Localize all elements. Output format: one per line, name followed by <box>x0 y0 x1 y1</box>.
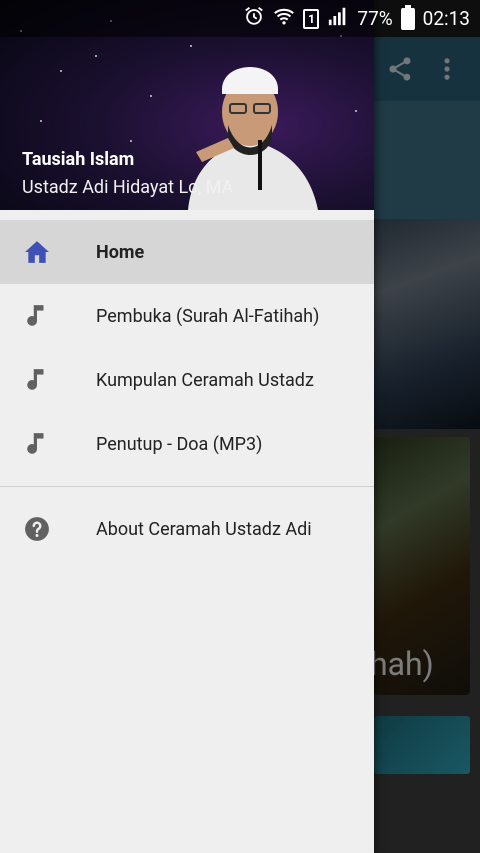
status-bar: 1 77% 02:13 <box>0 0 480 37</box>
status-time: 02:13 <box>422 7 470 30</box>
drawer-subtitle: Ustadz Adi Hidayat Lc, MA <box>22 177 234 198</box>
battery-icon <box>400 4 415 30</box>
menu-item-pembuka[interactable]: Pembuka (Surah Al-Fatihah) <box>0 284 374 348</box>
menu-label-kumpulan: Kumpulan Ceramah Ustadz <box>96 369 314 391</box>
menu-item-kumpulan[interactable]: Kumpulan Ceramah Ustadz <box>0 348 374 412</box>
menu-label-about: About Ceramah Ustadz Adi <box>96 518 312 540</box>
navigation-drawer: Tausiah Islam Ustadz Adi Hidayat Lc, MA … <box>0 0 374 853</box>
home-icon <box>24 239 50 265</box>
music-note-icon <box>24 431 50 457</box>
signal-icon <box>327 5 349 32</box>
alarm-icon <box>243 5 265 32</box>
battery-percent: 77% <box>357 7 393 30</box>
drawer-menu: Home Pembuka (Surah Al-Fatihah) Kumpulan… <box>0 210 374 476</box>
menu-label-home: Home <box>96 241 145 263</box>
wifi-icon <box>273 5 295 32</box>
drawer-title: Tausiah Islam <box>22 149 135 170</box>
menu-label-pembuka: Pembuka (Surah Al-Fatihah) <box>96 305 320 327</box>
menu-label-penutup: Penutup - Doa (MP3) <box>96 433 263 455</box>
help-icon <box>24 516 50 542</box>
menu-item-about[interactable]: About Ceramah Ustadz Adi <box>0 497 374 561</box>
sim-icon: 1 <box>303 8 320 29</box>
music-note-icon <box>24 367 50 393</box>
menu-divider <box>0 486 374 487</box>
drawer-secondary-menu: About Ceramah Ustadz Adi <box>0 497 374 561</box>
menu-item-home[interactable]: Home <box>0 220 374 284</box>
menu-item-penutup[interactable]: Penutup - Doa (MP3) <box>0 412 374 476</box>
music-note-icon <box>24 303 50 329</box>
